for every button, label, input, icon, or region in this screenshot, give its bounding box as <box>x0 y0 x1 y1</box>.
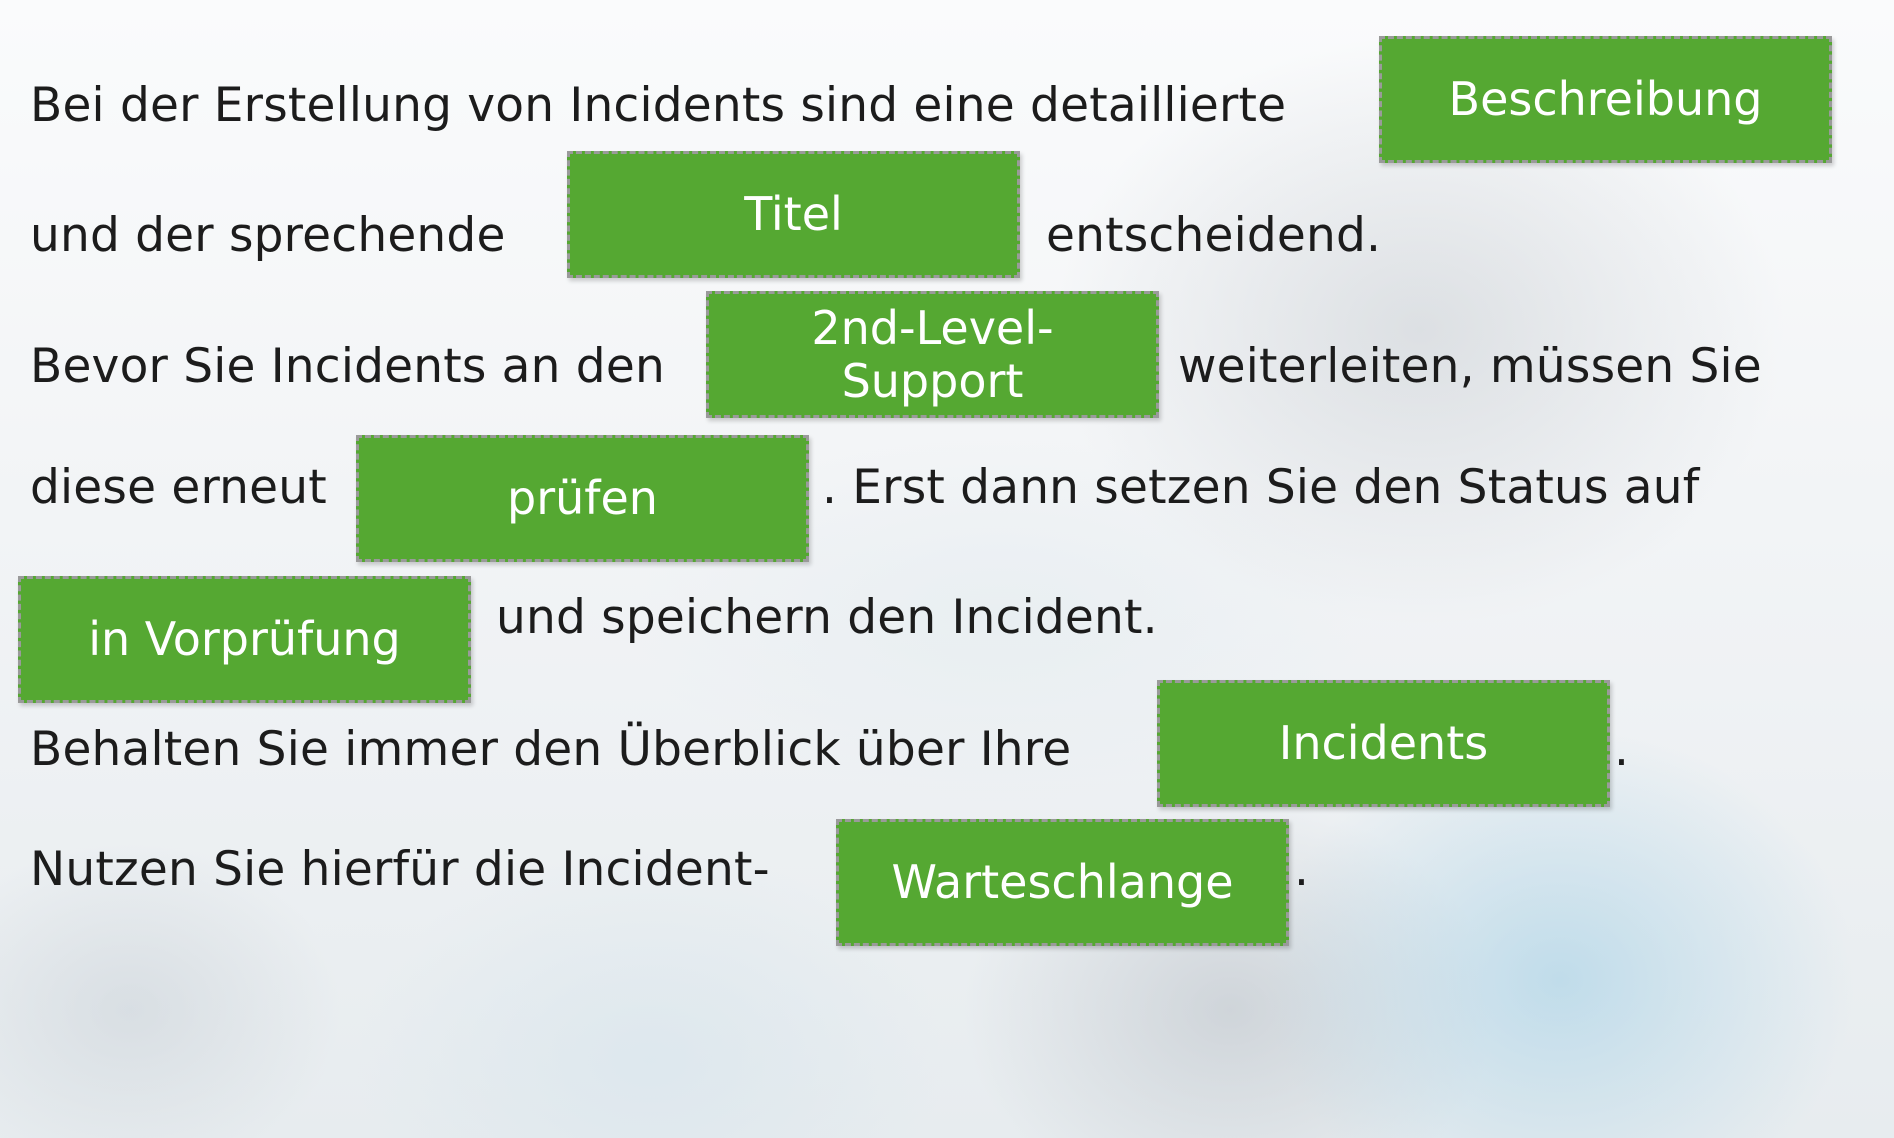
answer-token-in-vorpruefung[interactable]: in Vorprüfung <box>18 576 471 703</box>
sentence-fragment-7: . Erst dann setzen Sie den Status auf <box>822 460 1700 515</box>
sentence-fragment-12: . <box>1294 842 1310 897</box>
sentence-fragment-5: weiterleiten, müssen Sie <box>1178 339 1762 394</box>
answer-token-label: prüfen <box>507 471 658 526</box>
sentence-fragment-10: . <box>1614 722 1630 777</box>
answer-token-2nd-level-support[interactable]: 2nd-Level- Support <box>706 291 1159 418</box>
answer-token-label: Beschreibung <box>1448 72 1763 127</box>
answer-token-label: in Vorprüfung <box>88 612 401 667</box>
sentence-fragment-4: Bevor Sie Incidents an den <box>30 339 665 394</box>
answer-token-label: Warteschlange <box>891 855 1234 910</box>
answer-token-titel[interactable]: Titel <box>567 151 1020 278</box>
sentence-fragment-9: Behalten Sie immer den Überblick über Ih… <box>30 722 1072 777</box>
answer-token-pruefen[interactable]: prüfen <box>356 435 809 562</box>
answer-token-label: Incidents <box>1278 716 1489 771</box>
sentence-fragment-1: Bei der Erstellung von Incidents sind ei… <box>30 78 1287 133</box>
sentence-fragment-3: entscheidend. <box>1046 208 1382 263</box>
sentence-fragment-2: und der sprechende <box>30 208 506 263</box>
answer-token-beschreibung[interactable]: Beschreibung <box>1379 36 1832 163</box>
answer-token-label: Titel <box>744 187 843 242</box>
answer-token-incidents[interactable]: Incidents <box>1157 680 1610 807</box>
answer-token-warteschlange[interactable]: Warteschlange <box>836 819 1289 946</box>
sentence-fragment-8: und speichern den Incident. <box>496 590 1158 645</box>
sentence-fragment-11: Nutzen Sie hierfür die Incident- <box>30 842 770 897</box>
sentence-fragment-6: diese erneut <box>30 460 327 515</box>
answer-token-label: 2nd-Level- Support <box>811 300 1054 408</box>
